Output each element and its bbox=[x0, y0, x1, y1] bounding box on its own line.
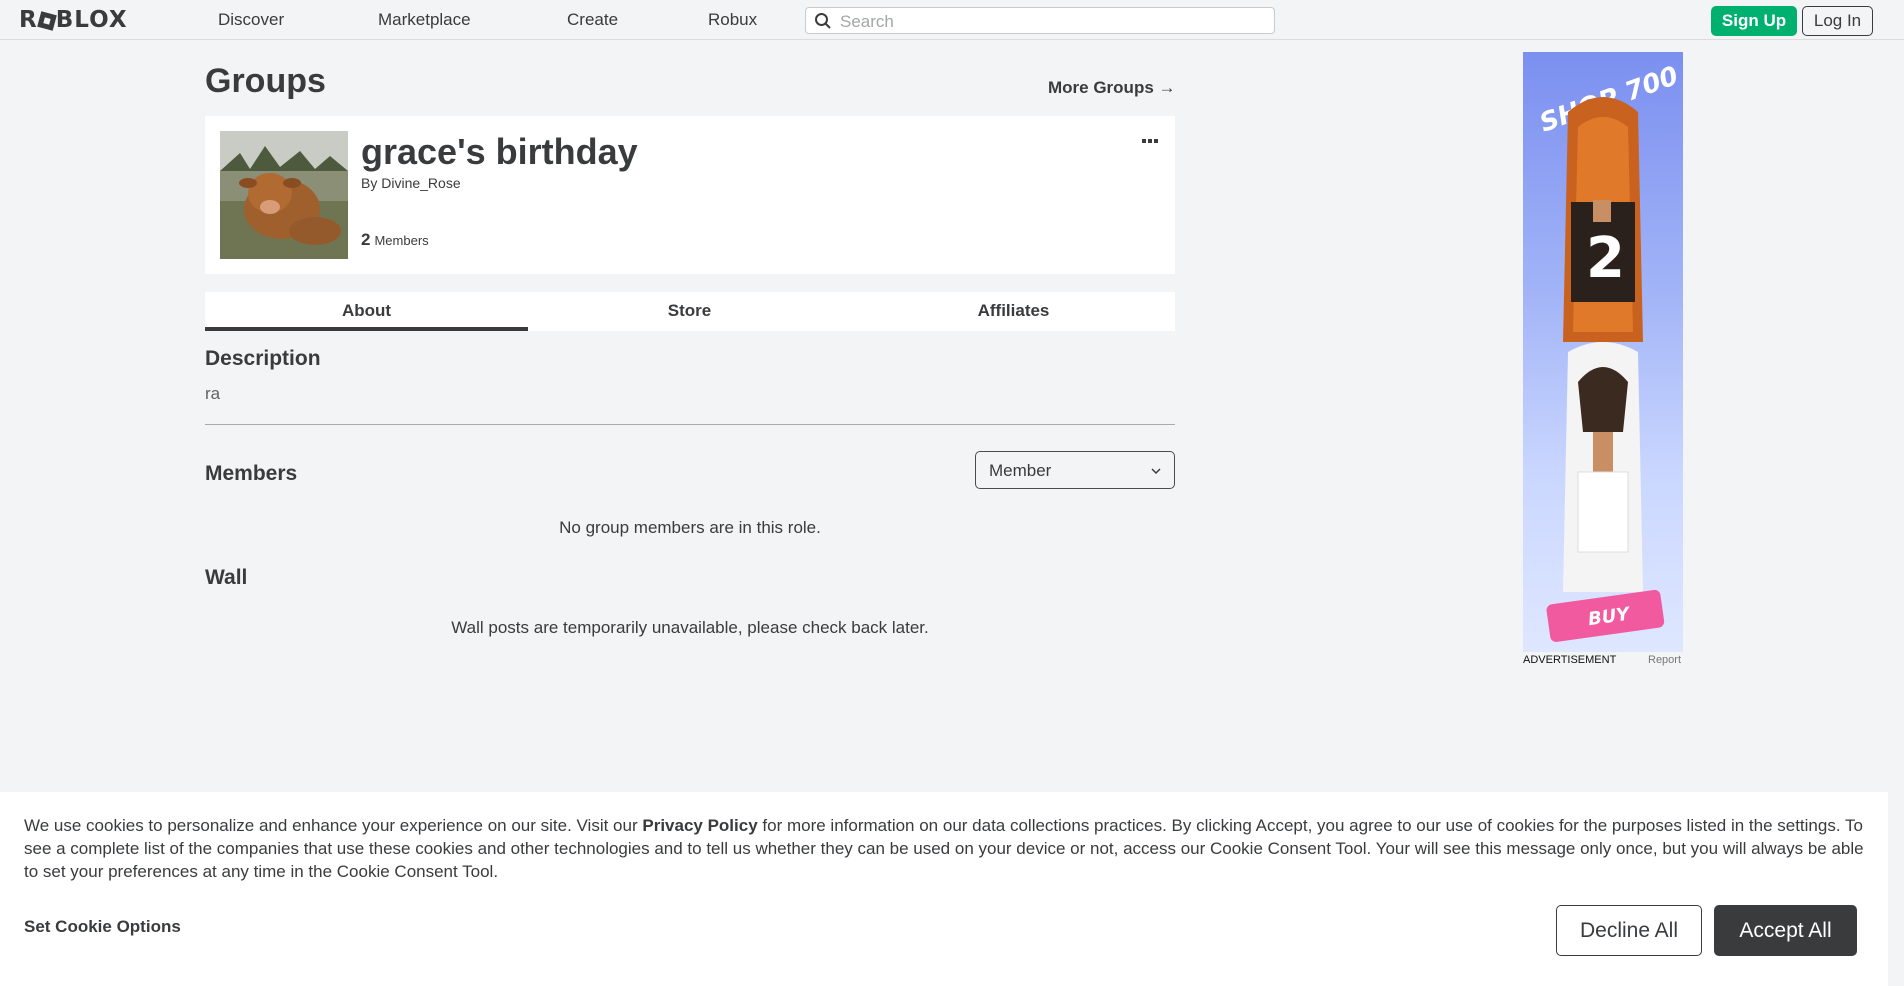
nav-create[interactable]: Create bbox=[567, 9, 618, 31]
search-box bbox=[805, 7, 1275, 34]
cookie-message: We use cookies to personalize and enhanc… bbox=[24, 814, 1874, 883]
highland-cow-image bbox=[220, 131, 348, 259]
role-dropdown[interactable]: Member bbox=[975, 451, 1175, 489]
advertisement-banner[interactable]: SHOP 700 2 BUY bbox=[1523, 52, 1683, 652]
group-owner-link[interactable]: Divine_Rose bbox=[381, 175, 460, 191]
tab-affiliates[interactable]: Affiliates bbox=[852, 292, 1175, 331]
page-title: Groups bbox=[205, 62, 326, 100]
members-title: Members bbox=[205, 462, 298, 485]
sign-up-button[interactable]: Sign Up bbox=[1711, 6, 1797, 36]
description-text: ra bbox=[205, 384, 221, 403]
member-count-value: 2 bbox=[361, 230, 371, 249]
ad-report-link[interactable]: Report bbox=[1648, 654, 1681, 666]
ellipsis-icon[interactable] bbox=[1142, 133, 1158, 147]
more-groups-link[interactable]: More Groups → bbox=[1048, 78, 1176, 98]
top-navigation: R BLOX Discover Marketplace Create Robux … bbox=[0, 0, 1904, 40]
group-owner-line: By Divine_Rose bbox=[361, 175, 461, 191]
member-count-label: Members bbox=[374, 233, 429, 248]
roblox-logo[interactable]: R BLOX bbox=[19, 6, 128, 34]
cookie-banner: We use cookies to personalize and enhanc… bbox=[0, 792, 1888, 986]
wall-empty-message: Wall posts are temporarily unavailable, … bbox=[451, 618, 929, 637]
group-header-card: grace's birthday By Divine_Rose 2 Members bbox=[205, 116, 1175, 274]
divider bbox=[205, 424, 1175, 425]
nav-discover[interactable]: Discover bbox=[218, 9, 284, 31]
ad-caption: ADVERTISEMENT bbox=[1523, 654, 1617, 666]
nav-marketplace[interactable]: Marketplace bbox=[378, 9, 471, 31]
group-thumbnail bbox=[220, 131, 348, 259]
group-name: grace's birthday bbox=[361, 131, 638, 172]
accept-all-button[interactable]: Accept All bbox=[1714, 905, 1857, 956]
members-empty-message: No group members are in this role. bbox=[559, 518, 821, 537]
chevron-down-icon bbox=[1150, 464, 1162, 482]
description-title: Description bbox=[205, 347, 321, 370]
wall-title: Wall bbox=[205, 566, 248, 589]
tab-store[interactable]: Store bbox=[528, 292, 851, 331]
privacy-policy-link[interactable]: Privacy Policy bbox=[642, 816, 757, 835]
log-in-button[interactable]: Log In bbox=[1802, 6, 1873, 36]
search-icon[interactable] bbox=[814, 12, 832, 35]
nav-robux[interactable]: Robux bbox=[708, 9, 757, 31]
group-member-count: 2 Members bbox=[361, 230, 429, 250]
ad-buy-button: BUY bbox=[1546, 589, 1665, 642]
tab-about[interactable]: About bbox=[205, 292, 528, 331]
set-cookie-options-link[interactable]: Set Cookie Options bbox=[24, 917, 181, 937]
group-tabs: About Store Affiliates bbox=[205, 292, 1175, 331]
decline-all-button[interactable]: Decline All bbox=[1556, 905, 1702, 956]
role-dropdown-value: Member bbox=[989, 461, 1052, 480]
cookie-text-before: We use cookies to personalize and enhanc… bbox=[24, 816, 643, 835]
search-input[interactable] bbox=[838, 10, 1262, 33]
by-label: By bbox=[361, 175, 378, 191]
svg-text:2: 2 bbox=[1586, 226, 1625, 291]
